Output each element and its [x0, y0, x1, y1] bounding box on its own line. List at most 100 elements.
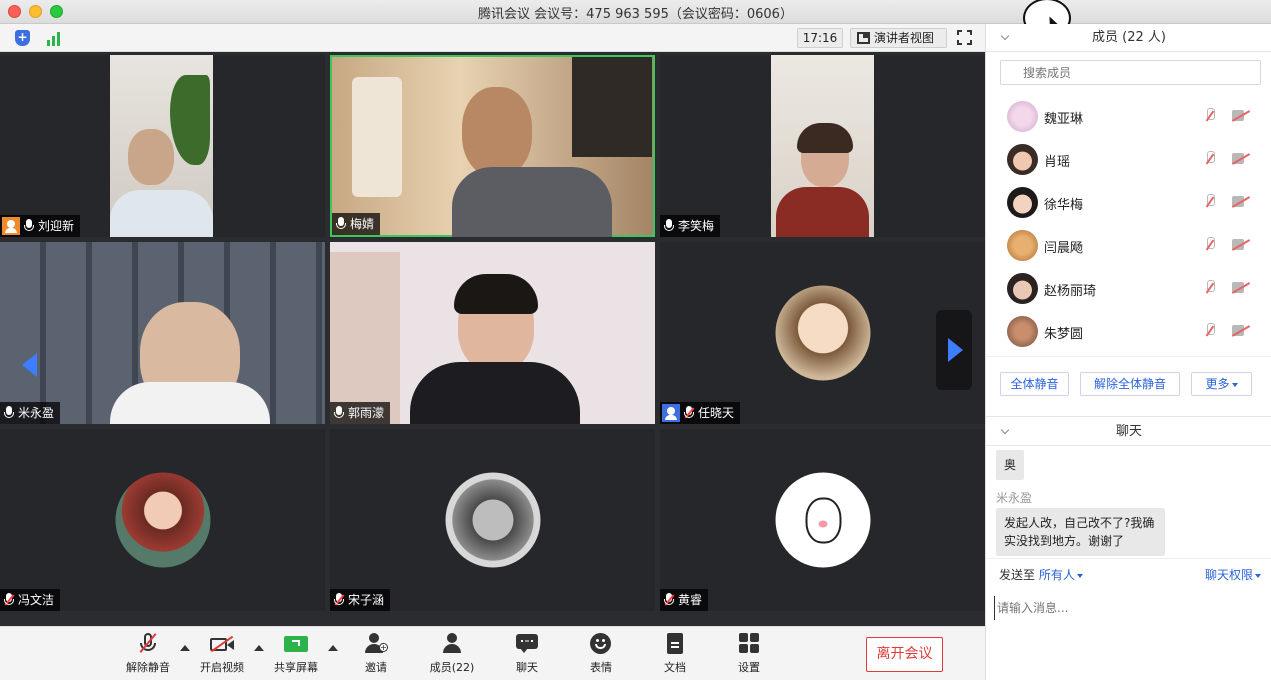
camera-off-icon[interactable]: [1232, 110, 1250, 121]
leave-meeting-button[interactable]: 离开会议: [866, 637, 943, 672]
participant-avatar: [445, 472, 540, 568]
microphone-muted-icon[interactable]: [1204, 151, 1216, 167]
video-tile[interactable]: 宋子涵: [330, 429, 655, 611]
microphone-icon: [664, 219, 674, 233]
microphone-muted-icon[interactable]: [1204, 194, 1216, 210]
avatar: [1007, 187, 1038, 218]
microphone-muted-icon: [334, 593, 345, 607]
speaker-view-button[interactable]: 演讲者视图: [850, 28, 947, 48]
member-row[interactable]: 徐华梅: [986, 181, 1271, 224]
member-name: 朱梦圆: [1044, 327, 1084, 342]
chat-permission-button[interactable]: 聊天权限: [1205, 566, 1262, 583]
camera-off-icon[interactable]: [1232, 196, 1250, 207]
invite-label: 邀请: [365, 661, 387, 674]
members-button[interactable]: 成员(22): [422, 633, 482, 675]
audio-options-caret[interactable]: [180, 645, 190, 651]
unmute-all-button[interactable]: 解除全体静音: [1080, 372, 1180, 396]
send-to-selector[interactable]: 发送至 所有人: [999, 566, 1083, 583]
avatar: [1007, 273, 1038, 304]
avatar: [1007, 144, 1038, 175]
video-tile[interactable]: 米永盈: [0, 242, 325, 424]
camera-off-icon[interactable]: [1232, 153, 1250, 164]
participant-name: 李笑梅: [678, 219, 715, 233]
security-shield-icon[interactable]: +: [15, 30, 30, 46]
participant-nameplate: 刘迎新: [0, 215, 81, 237]
next-page-button[interactable]: [936, 310, 972, 390]
microphone-muted-icon: [664, 593, 675, 607]
microphone-icon: [4, 406, 14, 420]
layout-icon: [857, 32, 870, 44]
invite-button[interactable]: + 邀请: [346, 633, 406, 675]
docs-button[interactable]: 文档: [645, 633, 705, 675]
participant-nameplate: 米永盈: [0, 402, 61, 424]
collapse-chevron-icon[interactable]: [1000, 31, 1010, 41]
microphone-muted-icon[interactable]: [1204, 237, 1216, 253]
microphone-icon: [334, 406, 344, 420]
video-tile[interactable]: 李笑梅: [660, 55, 985, 237]
share-options-caret[interactable]: [328, 645, 338, 651]
settings-button[interactable]: 设置: [719, 633, 779, 675]
microphone-icon: [336, 217, 346, 231]
member-row[interactable]: 魏亚琳: [986, 95, 1271, 138]
member-row[interactable]: 朱梦圆: [986, 310, 1271, 353]
reactions-button[interactable]: 表情: [571, 633, 631, 675]
member-name: 魏亚琳: [1044, 112, 1084, 127]
collapse-chevron-icon[interactable]: [1000, 425, 1010, 435]
docs-label: 文档: [664, 661, 686, 674]
window-title: 腾讯会议 会议号：475 963 595（会议密码：0606）: [478, 7, 793, 22]
members-panel-header[interactable]: 成员 (22 人): [986, 24, 1271, 52]
video-tile[interactable]: 黄睿: [660, 429, 985, 611]
chat-panel-header[interactable]: 聊天: [986, 418, 1271, 446]
participant-name: 任晓天: [698, 406, 735, 420]
share-screen-icon: [284, 633, 308, 655]
microphone-muted-icon[interactable]: [1204, 280, 1216, 296]
camera-off-icon[interactable]: [1232, 239, 1250, 250]
chat-label: 聊天: [516, 661, 538, 674]
microphone-muted-icon[interactable]: [1204, 108, 1216, 124]
video-options-caret[interactable]: [254, 645, 264, 651]
chat-message-input[interactable]: [994, 596, 1264, 620]
camera-off-icon[interactable]: [1232, 325, 1250, 336]
send-to-value[interactable]: 所有人: [1039, 568, 1075, 582]
search-members-input[interactable]: [1000, 60, 1261, 85]
unmute-button[interactable]: 解除静音: [118, 633, 178, 675]
members-icon: [440, 633, 464, 655]
member-name: 肖瑶: [1044, 155, 1071, 170]
mute-all-button[interactable]: 全体静音: [1000, 372, 1069, 396]
chat-message: 发起人改，自己改不了?我确实没找到地方。谢谢了: [996, 508, 1165, 556]
arrow-left-icon: [22, 353, 37, 377]
network-signal-icon[interactable]: [47, 30, 63, 46]
video-tile[interactable]: 郭雨濛: [330, 242, 655, 424]
previous-page-button[interactable]: [12, 325, 48, 405]
member-row[interactable]: 闫晨飏: [986, 224, 1271, 267]
more-button[interactable]: 更多: [1191, 372, 1252, 396]
microphone-muted-icon: [136, 633, 160, 655]
user-icon: [662, 404, 680, 422]
camera-off-icon[interactable]: [1232, 282, 1250, 293]
chat-sender: 米永盈: [996, 491, 1033, 505]
video-tile[interactable]: 刘迎新: [0, 55, 325, 237]
chat-bubble-icon: [515, 633, 539, 655]
divider: [986, 558, 1271, 559]
start-video-label: 开启视频: [200, 661, 244, 674]
member-name: 闫晨飏: [1044, 241, 1084, 256]
members-header-label: 成员 (22 人): [1092, 30, 1166, 45]
microphone-icon: [24, 219, 34, 233]
chat-button[interactable]: 聊天: [497, 633, 557, 675]
start-video-button[interactable]: 开启视频: [192, 633, 252, 675]
microphone-muted-icon[interactable]: [1204, 323, 1216, 339]
member-row[interactable]: 肖瑶: [986, 138, 1271, 181]
caret-down-icon: [1255, 573, 1262, 578]
fullscreen-icon[interactable]: [957, 30, 972, 45]
participant-nameplate: 黄睿: [660, 589, 709, 611]
share-screen-button[interactable]: 共享屏幕: [266, 633, 326, 675]
camera-feed: [332, 57, 653, 237]
members-label: 成员(22): [429, 661, 475, 674]
caret-down-icon: [1076, 573, 1083, 578]
video-tile-active-speaker[interactable]: 梅婧: [330, 55, 655, 237]
video-tile[interactable]: 冯文洁: [0, 429, 325, 611]
avatar: [1007, 230, 1038, 261]
camera-feed: [330, 242, 655, 424]
window-titlebar: 腾讯会议 会议号：475 963 595（会议密码：0606）: [0, 0, 1271, 24]
member-row[interactable]: 赵杨丽琦: [986, 267, 1271, 310]
